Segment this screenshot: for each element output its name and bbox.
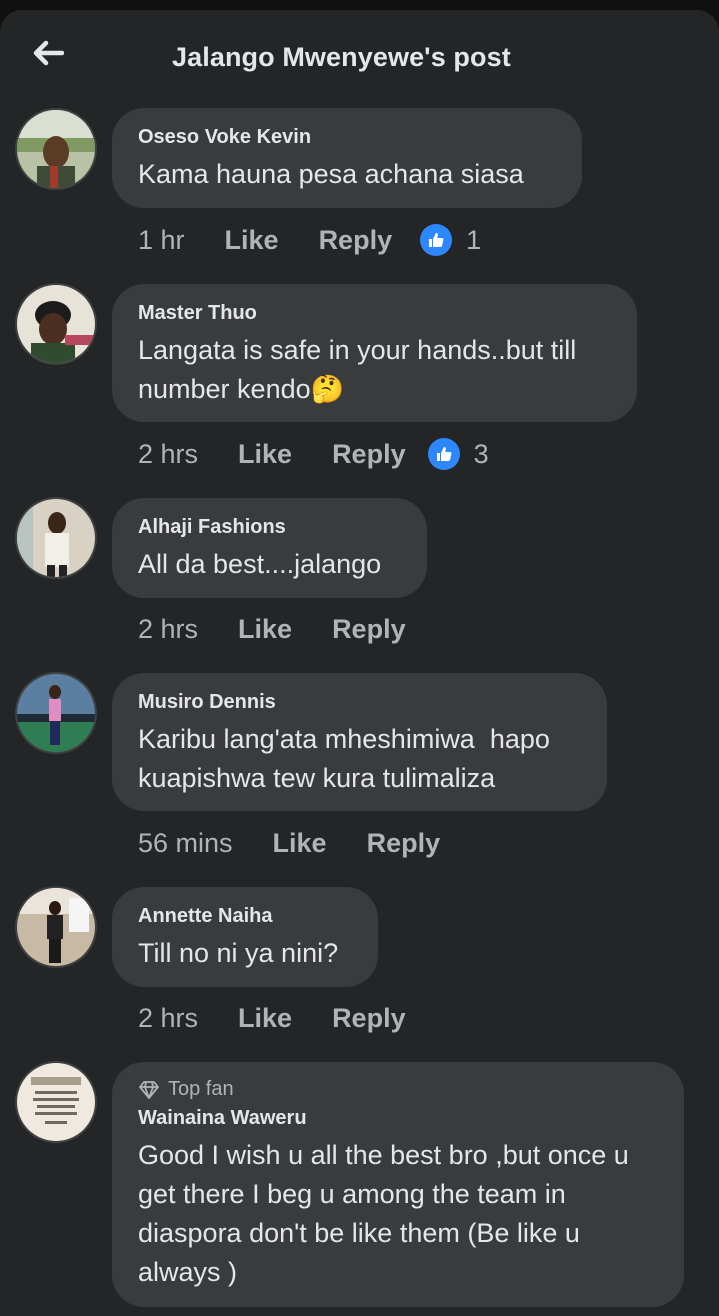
thumbs-up-icon[interactable] bbox=[427, 438, 460, 470]
comment-actions: 2 hrs Like Reply bbox=[138, 998, 446, 1038]
thumbs-up-icon[interactable] bbox=[420, 224, 453, 256]
arrow-left-icon bbox=[33, 40, 64, 66]
comment-text-line: Langata is safe in your hands..but till bbox=[138, 335, 577, 365]
comment-author[interactable]: Musiro Dennis bbox=[138, 691, 581, 714]
comments-screen: Jalango Mwenyewe's post Oseso Voke Kevin… bbox=[0, 10, 719, 1316]
comment-text: Kama hauna pesa achana siasa bbox=[138, 159, 524, 189]
comment-author[interactable]: Alhaji Fashions bbox=[138, 516, 401, 539]
header: Jalango Mwenyewe's post bbox=[0, 10, 719, 106]
comment-text-line: number kendo bbox=[138, 374, 311, 404]
comment-bubble[interactable]: Annette Naiha Till no ni ya nini? bbox=[112, 887, 378, 987]
comment-bubble[interactable]: Alhaji Fashions All da best....jalango bbox=[112, 498, 427, 598]
top-fan-badge[interactable]: Top fan bbox=[138, 1078, 658, 1101]
comment-actions: 2 hrs Like Reply bbox=[138, 609, 446, 649]
comment-time[interactable]: 2 hrs bbox=[138, 614, 198, 645]
comment-bubble[interactable]: Oseso Voke Kevin Kama hauna pesa achana … bbox=[112, 108, 582, 208]
comment-time[interactable]: 1 hr bbox=[138, 225, 185, 256]
comment-author[interactable]: Wainaina Waweru bbox=[138, 1107, 658, 1130]
comment-actions: 56 mins Like Reply bbox=[138, 823, 480, 863]
comment-text-line: kuapishwa tew kura tulimaliza bbox=[138, 763, 496, 793]
back-button[interactable] bbox=[30, 38, 66, 68]
comment-actions: 2 hrs Like Reply 3 bbox=[138, 434, 489, 474]
like-button[interactable]: Like bbox=[225, 225, 279, 256]
reply-button[interactable]: Reply bbox=[319, 225, 393, 256]
comment-text-line: diaspora don't be like them (Be like u bbox=[138, 1218, 580, 1248]
comment-time[interactable]: 2 hrs bbox=[138, 1003, 198, 1034]
comment-text-line: get there I beg u among the team in bbox=[138, 1179, 566, 1209]
avatar[interactable] bbox=[17, 674, 95, 752]
comment-bubble[interactable]: Top fan Wainaina Waweru Good I wish u al… bbox=[112, 1062, 684, 1307]
comment-text-line: Good I wish u all the best bro ,but once… bbox=[138, 1140, 629, 1170]
avatar[interactable] bbox=[17, 1063, 95, 1141]
reply-button[interactable]: Reply bbox=[367, 828, 441, 859]
comment-bubble[interactable]: Musiro Dennis Karibu lang'ata mheshimiwa… bbox=[112, 673, 607, 811]
reaction-count[interactable]: 1 bbox=[466, 225, 481, 256]
like-button[interactable]: Like bbox=[273, 828, 327, 859]
reply-button[interactable]: Reply bbox=[332, 614, 406, 645]
avatar[interactable] bbox=[17, 499, 95, 577]
comment-time[interactable]: 56 mins bbox=[138, 828, 233, 859]
comment-text: All da best....jalango bbox=[138, 549, 382, 579]
reply-button[interactable]: Reply bbox=[332, 439, 406, 470]
avatar[interactable] bbox=[17, 888, 95, 966]
comment-bubble[interactable]: Master Thuo Langata is safe in your hand… bbox=[112, 284, 637, 422]
comment-text: Till no ni ya nini? bbox=[138, 938, 339, 968]
comment-author[interactable]: Master Thuo bbox=[138, 302, 611, 325]
diamond-icon bbox=[139, 1080, 159, 1099]
comment-author[interactable]: Annette Naiha bbox=[138, 905, 352, 928]
comment-text-line: always ) bbox=[138, 1257, 238, 1287]
top-fan-label: Top fan bbox=[168, 1078, 234, 1100]
avatar[interactable] bbox=[17, 110, 95, 188]
reply-button[interactable]: Reply bbox=[332, 1003, 406, 1034]
comment-text-line: Karibu lang'ata mheshimiwa hapo bbox=[138, 724, 550, 754]
like-button[interactable]: Like bbox=[238, 614, 292, 645]
comment-actions: 1 hr Like Reply 1 bbox=[138, 220, 481, 260]
thinking-face-emoji: 🤔 bbox=[310, 374, 345, 404]
reaction-count[interactable]: 3 bbox=[474, 439, 489, 470]
avatar[interactable] bbox=[17, 285, 95, 363]
comment-author[interactable]: Oseso Voke Kevin bbox=[138, 126, 556, 149]
like-button[interactable]: Like bbox=[238, 439, 292, 470]
page-title: Jalango Mwenyewe's post bbox=[172, 42, 511, 72]
comment-time[interactable]: 2 hrs bbox=[138, 439, 198, 470]
like-button[interactable]: Like bbox=[238, 1003, 292, 1034]
